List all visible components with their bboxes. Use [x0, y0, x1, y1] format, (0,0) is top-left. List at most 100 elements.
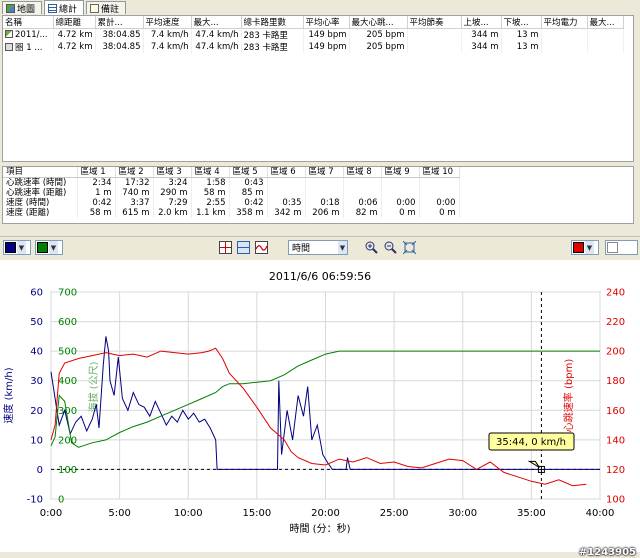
table-row: 速度 (距離) 58 m 615 m 2.0 km 1.1 km 358 m 342 m 20… — [3, 208, 460, 218]
x-tick-label: 0:00 — [40, 508, 62, 519]
zones-column-header[interactable]: 項目 — [3, 167, 78, 178]
table-cell — [343, 188, 382, 198]
x-tick-label: 20:00 — [311, 508, 340, 519]
summary-column-header[interactable]: 累計... — [95, 16, 144, 29]
y-axis-label-hr: 心跳速率 (bpm) — [562, 359, 575, 433]
summary-column-header[interactable]: 下坡... — [501, 16, 542, 29]
summary-column-header[interactable]: 平均節奏 — [407, 16, 462, 29]
zones-column-header[interactable]: 區域 9 — [381, 167, 420, 178]
split-view-icon[interactable] — [237, 241, 250, 254]
table-row: 速度 (時間) 0:42 3:37 7:29 2:55 0:42 0:35 0:18 0:06 0… — [3, 198, 460, 208]
tab-notes[interactable]: 備註 — [86, 1, 126, 15]
x-tick-label: 10:00 — [174, 508, 203, 519]
table-cell: 205 bpm — [349, 28, 408, 41]
chart-toolbar: ▼ ▼ 時間 ▼ ▼ — [0, 236, 640, 259]
table-cell: 1.1 km — [191, 208, 230, 218]
zones-column-header[interactable]: 區域 5 — [229, 167, 268, 178]
table-row[interactable]: 圈 1 ... 4.72 km 38:04.85 7.4 km/h 47.4 km/h 2… — [3, 41, 624, 53]
table-cell — [407, 28, 462, 41]
y-tick-label-hr: 100 — [606, 495, 625, 506]
zones-column-header[interactable]: 區域 3 — [153, 167, 192, 178]
summary-panel: 名稱 總距離 累計... 平均速度 最大... 總卡路里數 平均心率 最大心跳... 平均節奏上… — [2, 15, 634, 162]
color-swatch — [607, 242, 618, 253]
zones-header-row: 項目 區域 1 區域 2 區域 3 區域 4 區域 5 區域 6 區域 7 區域 8 區域 9 區域… — [3, 167, 460, 178]
zones-column-header[interactable]: 區域 10 — [419, 167, 460, 178]
row-name: 圈 1 ... — [15, 43, 43, 53]
summary-column-header[interactable]: 平均速度 — [143, 16, 192, 29]
tab-strip: 地圖 總計 備註 — [0, 0, 640, 15]
table-cell: 7.4 km/h — [143, 41, 192, 53]
x-tick-label: 25:00 — [380, 508, 409, 519]
chevron-down-icon: ▼ — [17, 241, 26, 254]
table-cell: 149 bpm — [303, 41, 350, 53]
summary-column-header[interactable]: 名稱 — [3, 16, 54, 29]
zoom-out-icon[interactable] — [384, 241, 397, 254]
zones-column-header[interactable]: 區域 6 — [267, 167, 306, 178]
line-chart[interactable]: 2011/6/6 06:59:56 0:00 5:00 10:00 15:00 20:00… — [0, 260, 640, 552]
summary-column-header[interactable]: 最大... — [191, 16, 242, 29]
table-cell: 13 m — [501, 41, 542, 53]
table-cell: 圈 1 ... — [3, 41, 54, 53]
line-icon[interactable] — [255, 241, 268, 254]
map-icon — [6, 3, 15, 13]
table-row: 心跳速率 (距離) 1 m 740 m 290 m 58 m 85 m — [3, 188, 460, 198]
note-icon — [90, 3, 99, 13]
table-cell — [305, 188, 344, 198]
chart-layout-icon[interactable] — [219, 241, 232, 254]
extra-color-picker[interactable] — [605, 240, 638, 255]
zoom-in-icon[interactable] — [365, 241, 378, 254]
table-cell: 2:55 — [191, 198, 230, 208]
table-cell: 85 m — [229, 188, 268, 198]
activity-icon — [5, 30, 13, 38]
zones-column-header[interactable]: 區域 2 — [115, 167, 154, 178]
zones-column-header[interactable]: 區域 1 — [77, 167, 116, 178]
table-row[interactable]: 2011/... 4.72 km 38:04.85 7.4 km/h 47.4 km/h… — [3, 28, 624, 41]
color-swatch — [573, 242, 584, 253]
table-cell: 7:29 — [153, 198, 192, 208]
x-tick-label: 30:00 — [448, 508, 477, 519]
fit-icon[interactable] — [402, 240, 417, 255]
y-tick-label-elevation: 400 — [58, 376, 77, 387]
table-cell — [419, 177, 460, 188]
y-tick-label-hr: 120 — [606, 465, 625, 476]
y-tick-label-hr: 200 — [606, 347, 625, 358]
zones-column-header[interactable]: 區域 8 — [343, 167, 382, 178]
table-cell: 7.4 km/h — [143, 28, 192, 41]
table-cell — [587, 28, 624, 41]
table-cell: 47.4 km/h — [191, 28, 242, 41]
table-cell: 0:18 — [305, 198, 344, 208]
zones-table: 項目 區域 1 區域 2 區域 3 區域 4 區域 5 區域 6 區域 7 區域 8 區域 9 區域… — [3, 167, 460, 218]
y-tick-label-elevation: 600 — [58, 317, 77, 328]
table-cell: 38:04.85 — [95, 41, 144, 53]
zones-column-header[interactable]: 區域 7 — [305, 167, 344, 178]
speed-color-picker[interactable]: ▼ — [3, 240, 31, 255]
lap-icon — [5, 43, 13, 51]
tab-summary[interactable]: 總計 — [44, 0, 84, 15]
summary-column-header[interactable]: 平均心率 — [303, 16, 350, 29]
y-tick-label-speed: 0 — [37, 465, 43, 476]
tab-label: 地圖 — [17, 4, 36, 15]
table-cell: 0:00 — [419, 198, 460, 208]
table-cell — [343, 177, 382, 188]
summary-column-header[interactable]: 最大... — [587, 16, 624, 29]
elevation-color-picker[interactable]: ▼ — [35, 240, 63, 255]
summary-column-header[interactable]: 上坡... — [461, 16, 502, 29]
table-cell: 速度 (時間) — [3, 198, 78, 208]
chevron-down-icon: ▼ — [585, 241, 594, 254]
summary-column-header[interactable]: 最大心跳... — [349, 16, 408, 29]
summary-column-header[interactable]: 總距離 — [53, 16, 96, 29]
chevron-down-icon: ▼ — [338, 241, 347, 254]
table-cell — [419, 188, 460, 198]
table-cell: 342 m — [267, 208, 306, 218]
y-tick-label-elevation: 0 — [58, 495, 64, 506]
table-cell — [407, 41, 462, 53]
tab-map[interactable]: 地圖 — [2, 1, 42, 15]
summary-column-header[interactable]: 平均電力 — [541, 16, 588, 29]
zones-column-header[interactable]: 區域 4 — [191, 167, 230, 178]
table-cell: 206 m — [305, 208, 344, 218]
heart-rate-color-picker[interactable]: ▼ — [571, 240, 599, 255]
summary-column-header[interactable]: 總卡路里數 — [241, 16, 304, 29]
table-cell: 0:06 — [343, 198, 382, 208]
chevron-down-icon: ▼ — [49, 241, 58, 254]
x-axis-select[interactable]: 時間 ▼ — [288, 240, 348, 255]
